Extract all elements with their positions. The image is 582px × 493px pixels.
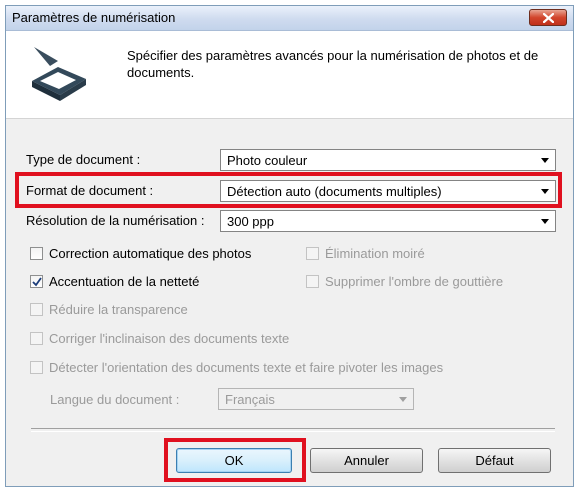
close-button[interactable] [529, 9, 567, 26]
auto-photo-fix-checkbox[interactable]: Correction automatique des photos [30, 246, 251, 261]
window-title: Paramètres de numérisation [12, 10, 176, 25]
checkbox-box [30, 361, 43, 374]
separator [31, 428, 555, 432]
cancel-button[interactable]: Annuler [310, 448, 423, 473]
checkbox-box [30, 332, 43, 345]
resolution-select[interactable]: 300 ppp [220, 210, 556, 232]
gutter-shadow-checkbox[interactable]: Supprimer l'ombre de gouttière [306, 274, 503, 289]
sharpen-checkbox[interactable]: Accentuation de la netteté [30, 274, 199, 289]
orientation-label: Détecter l'orientation des documents tex… [49, 360, 444, 375]
deskew-checkbox[interactable]: Corriger l'inclinaison des documents tex… [30, 331, 289, 346]
language-value: Français [225, 392, 275, 407]
default-button[interactable]: Défaut [438, 448, 551, 473]
header-description: Spécifier des paramètres avancés pour la… [127, 48, 539, 80]
doc-type-value: Photo couleur [227, 153, 308, 168]
doc-type-label: Type de document : [26, 152, 141, 167]
title-bar: Paramètres de numérisation [6, 6, 573, 31]
close-icon [543, 13, 554, 23]
descreen-checkbox[interactable]: Élimination moiré [306, 246, 425, 261]
checkbox-box [30, 303, 43, 316]
show-through-checkbox[interactable]: Réduire la transparence [30, 302, 188, 317]
resolution-label: Résolution de la numérisation : [26, 213, 205, 228]
orientation-checkbox[interactable]: Détecter l'orientation des documents tex… [30, 360, 443, 375]
checkmark-icon [32, 277, 42, 287]
checkbox-box [306, 275, 319, 288]
auto-photo-fix-label: Correction automatique des photos [49, 246, 252, 261]
scanner-icon [32, 47, 86, 101]
checkbox-box [30, 247, 43, 260]
chevron-down-icon [541, 219, 549, 224]
format-highlight-box [15, 172, 562, 208]
descreen-label: Élimination moiré [325, 246, 425, 261]
gutter-shadow-label: Supprimer l'ombre de gouttière [325, 274, 504, 289]
deskew-label: Corriger l'inclinaison des documents tex… [49, 331, 290, 346]
doc-type-select[interactable]: Photo couleur [220, 149, 556, 171]
checkbox-box [30, 275, 43, 288]
chevron-down-icon [399, 397, 407, 402]
language-select[interactable]: Français [218, 388, 414, 410]
resolution-value: 300 ppp [227, 214, 274, 229]
scan-settings-dialog: Paramètres de numérisation Spécifier des… [5, 5, 574, 487]
language-label: Langue du document : [50, 392, 180, 407]
show-through-label: Réduire la transparence [49, 302, 188, 317]
checkbox-box [306, 247, 319, 260]
chevron-down-icon [541, 158, 549, 163]
header-panel: Spécifier des paramètres avancés pour la… [6, 31, 573, 119]
ok-highlight-box [164, 438, 306, 482]
sharpen-label: Accentuation de la netteté [49, 274, 200, 289]
